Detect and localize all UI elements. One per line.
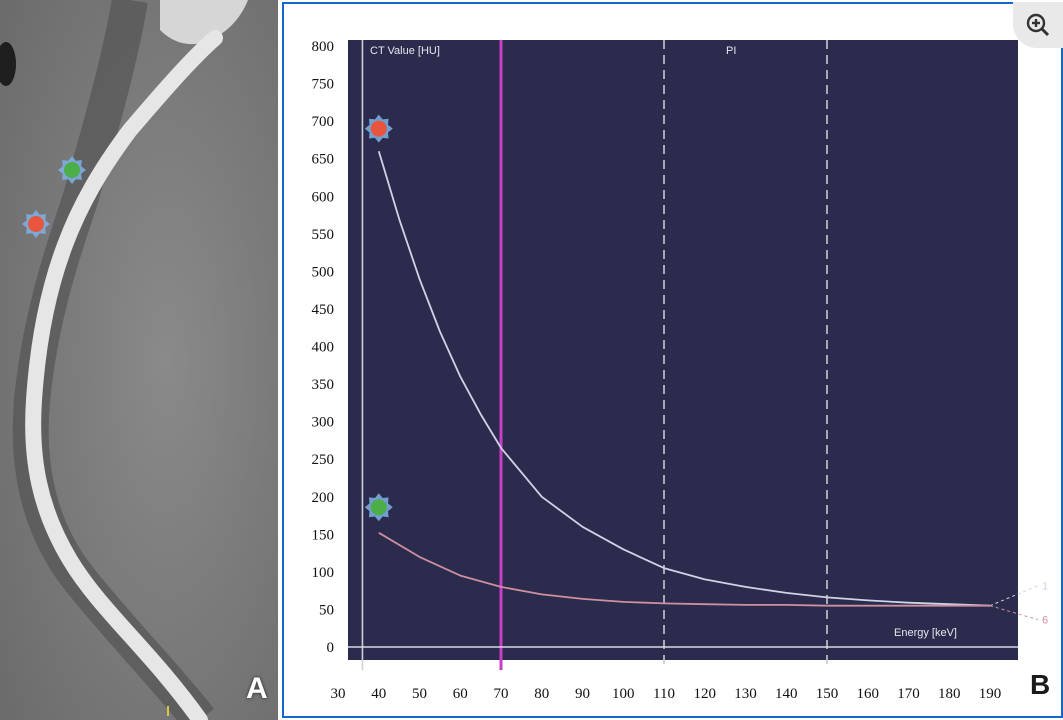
zoom-in-button[interactable] xyxy=(1013,2,1063,48)
ct-marker-marker_green xyxy=(58,156,86,184)
y-tick-label: 300 xyxy=(312,415,335,431)
y-tick-label: 800 xyxy=(312,39,335,55)
y-tick-label: 0 xyxy=(327,640,335,656)
y-tick-label: 350 xyxy=(312,377,335,393)
x-tick-label: 180 xyxy=(938,686,961,702)
x-tick-label: 80 xyxy=(534,686,549,702)
x-tick-label: 40 xyxy=(371,686,386,702)
x-tick-label: 160 xyxy=(857,686,880,702)
ct-image-panel: A xyxy=(0,0,278,720)
ct-marker-marker_red xyxy=(22,210,50,238)
y-tick-label: 550 xyxy=(312,227,335,243)
ct-image xyxy=(0,0,278,720)
x-tick-label: 60 xyxy=(453,686,468,702)
y-tick-label: 100 xyxy=(312,565,335,581)
x-tick-label: 90 xyxy=(575,686,590,702)
panel-label-a: A xyxy=(246,672,268,705)
y-tick-label: 200 xyxy=(312,490,335,506)
x-axis-label: Energy [keV] xyxy=(894,627,957,639)
x-tick-label: 110 xyxy=(653,686,675,702)
x-tick-label: 170 xyxy=(897,686,920,702)
panel-label-b: B xyxy=(1030,669,1050,700)
y-tick-label: 250 xyxy=(312,452,335,468)
x-tick-label: 100 xyxy=(612,686,635,702)
y-tick-label: 50 xyxy=(319,602,334,618)
x-tick-label: 50 xyxy=(412,686,427,702)
y-tick-label: 450 xyxy=(312,302,335,318)
x-tick-label: 150 xyxy=(816,686,839,702)
spectral-curve-panel: 0 50 100 150 200 250 300 350 400 450 500 550 600 650 7… xyxy=(282,2,1063,718)
x-tick-label: 70 xyxy=(494,686,509,702)
y-tick-label: 500 xyxy=(312,264,335,280)
x-tick-label: 30 xyxy=(331,686,346,702)
x-tick-label: 190 xyxy=(979,686,1002,702)
x-tick-label: 130 xyxy=(734,686,757,702)
y-tick-label: 750 xyxy=(312,77,335,93)
y-axis-label: CT Value [HU] xyxy=(370,45,440,57)
series-label-6: 6 xyxy=(1042,615,1048,627)
y-tick-label: 600 xyxy=(312,189,335,205)
series-label-1: 1 xyxy=(1042,581,1048,593)
x-tick-label: 120 xyxy=(694,686,717,702)
y-tick-label: 700 xyxy=(312,114,335,130)
zoom-in-icon xyxy=(1026,13,1050,37)
y-tick-label: 650 xyxy=(312,152,335,168)
pi-label: PI xyxy=(726,45,736,57)
y-tick-label: 150 xyxy=(312,527,335,543)
spectral-curve-chart: 0501001502002503003504004505005506006507… xyxy=(282,2,1063,718)
y-tick-label: 400 xyxy=(312,340,335,356)
x-tick-label: 140 xyxy=(775,686,798,702)
